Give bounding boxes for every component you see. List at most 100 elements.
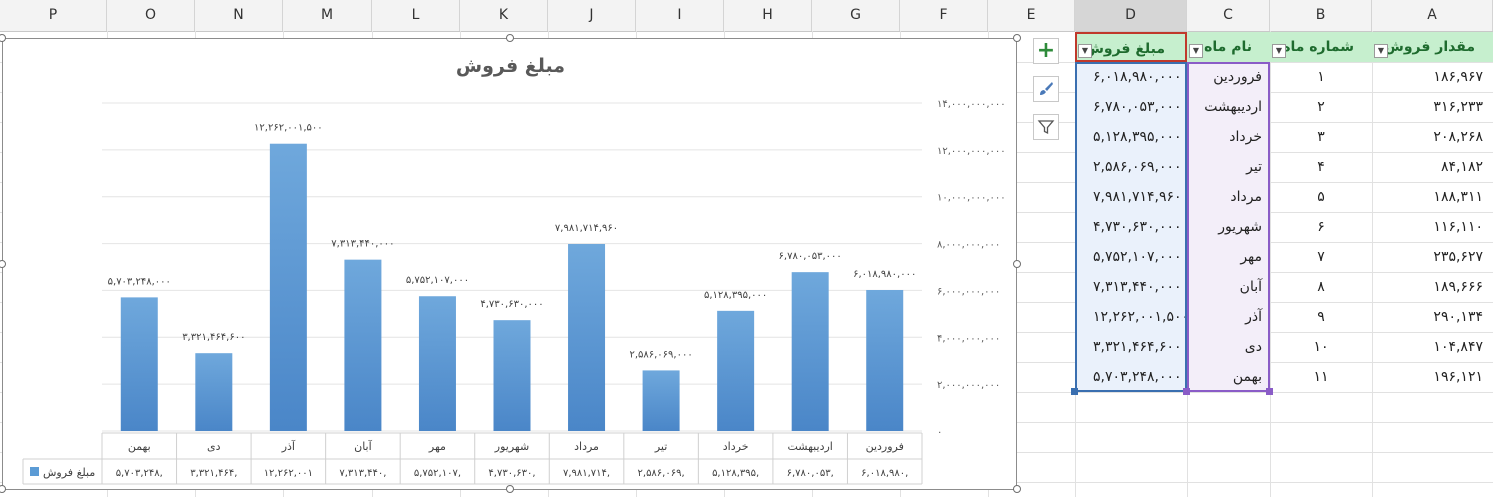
data-label[interactable]: ۷,۹۸۱,۷۱۴,۹۶۰	[555, 223, 618, 234]
bar-3[interactable]	[642, 370, 680, 431]
data-table-value[interactable]: ۵,۷۰۳,۲۴۸,	[116, 468, 163, 479]
category-label[interactable]: بهمن	[128, 440, 151, 453]
table-cell-amount[interactable]: ۲۹۰,۱۳۴	[1372, 302, 1493, 332]
table-cell-amount[interactable]: ۲۰۸,۲۶۸	[1372, 122, 1493, 152]
table-cell-month_no[interactable]: ۶	[1270, 212, 1372, 242]
bar-1[interactable]	[791, 272, 829, 431]
data-table-value[interactable]: ۶,۰۱۸,۹۸۰,	[861, 468, 908, 479]
table-cell-amount[interactable]: ۸۴,۱۸۲	[1372, 152, 1493, 182]
table-cell-month_no[interactable]: ۱۱	[1270, 362, 1372, 392]
table-cell-month_no[interactable]: ۱۰	[1270, 332, 1372, 362]
resize-handle[interactable]	[1013, 34, 1021, 42]
table-cell-amount[interactable]: ۱۱۶,۱۱۰	[1372, 212, 1493, 242]
data-table-value[interactable]: ۳,۳۲۱,۴۶۴,	[190, 468, 237, 479]
data-table-value[interactable]: ۵,۷۵۲,۱۰۷,	[414, 468, 461, 479]
data-label[interactable]: ۲,۵۸۶,۰۶۹,۰۰۰	[629, 349, 692, 360]
table-cell-month_no[interactable]: ۳	[1270, 122, 1372, 152]
legend-label[interactable]: مبلغ فروش	[43, 466, 95, 479]
table-cell-month_no[interactable]: ۹	[1270, 302, 1372, 332]
bar-5[interactable]	[493, 320, 531, 431]
column-header-K[interactable]: K	[460, 0, 548, 31]
column-header-L[interactable]: L	[372, 0, 460, 31]
column-header-E[interactable]: E	[988, 0, 1075, 31]
table-cell-amount[interactable]: ۳۱۶,۲۳۳	[1372, 92, 1493, 122]
table-cell-amount[interactable]: ۱۰۴,۸۴۷	[1372, 332, 1493, 362]
bar-10[interactable]	[120, 297, 158, 431]
category-label[interactable]: آذر	[281, 439, 296, 453]
resize-handle[interactable]	[506, 34, 514, 42]
column-header-F[interactable]: F	[900, 0, 988, 31]
column-header-D[interactable]: D	[1075, 0, 1187, 31]
data-label[interactable]: ۵,۱۲۸,۳۹۵,۰۰۰	[704, 290, 767, 301]
chart-elements-button[interactable]: +	[1033, 38, 1059, 64]
range-handle-months[interactable]	[1266, 388, 1273, 395]
filter-dropdown-month_no[interactable]: ▼	[1272, 44, 1286, 58]
category-label[interactable]: تیر	[654, 440, 667, 453]
category-label[interactable]: اردیبهشت	[788, 440, 833, 453]
bar-7[interactable]	[344, 259, 382, 431]
column-header-A[interactable]: A	[1372, 0, 1493, 31]
table-cell-amount[interactable]: ۱۸۸,۳۱۱	[1372, 182, 1493, 212]
bar-4[interactable]	[568, 243, 606, 431]
column-header-B[interactable]: B	[1270, 0, 1372, 31]
column-header-I[interactable]: I	[636, 0, 724, 31]
category-label[interactable]: آبان	[354, 439, 372, 453]
column-header-G[interactable]: G	[812, 0, 900, 31]
category-label[interactable]: شهریور	[494, 440, 529, 453]
column-header-M[interactable]: M	[283, 0, 372, 31]
table-cell-amount[interactable]: ۱۸۶,۹۶۷	[1372, 62, 1493, 92]
category-label[interactable]: فروردین	[866, 440, 904, 453]
resize-handle[interactable]	[0, 485, 6, 493]
table-cell-amount[interactable]: ۱۹۶,۱۲۱	[1372, 362, 1493, 392]
bar-6[interactable]	[418, 296, 456, 431]
data-table-value[interactable]: ۵,۱۲۸,۳۹۵,	[712, 468, 759, 479]
bar-2[interactable]	[717, 310, 755, 431]
category-label[interactable]: مهر	[428, 440, 446, 453]
bar-9[interactable]	[195, 353, 233, 431]
range-handle-sales-right[interactable]	[1183, 388, 1190, 395]
bar-0[interactable]	[866, 289, 904, 431]
table-cell-month_no[interactable]: ۱	[1270, 62, 1372, 92]
column-header-O[interactable]: O	[107, 0, 195, 31]
column-header-J[interactable]: J	[548, 0, 636, 31]
data-label[interactable]: ۵,۷۵۲,۱۰۷,۰۰۰	[406, 275, 469, 286]
data-table-value[interactable]: ۴,۷۳۰,۶۳۰,	[488, 468, 535, 479]
data-table-value[interactable]: ۷,۹۸۱,۷۱۴,	[563, 468, 610, 479]
table-cell-amount[interactable]: ۱۸۹,۶۶۶	[1372, 272, 1493, 302]
column-header-N[interactable]: N	[195, 0, 283, 31]
table-cell-amount[interactable]: ۲۳۵,۶۲۷	[1372, 242, 1493, 272]
table-cell-month_no[interactable]: ۵	[1270, 182, 1372, 212]
data-table-value[interactable]: ۱۲,۲۶۲,۰۰۱	[264, 468, 313, 479]
data-label[interactable]: ۶,۷۸۰,۰۵۳,۰۰۰	[779, 251, 842, 262]
resize-handle[interactable]	[506, 485, 514, 493]
data-table-value[interactable]: ۷,۳۱۳,۴۴۰,	[339, 468, 386, 479]
chart-object[interactable]: مبلغ فروش ۰ ۲,۰۰۰,۰۰۰,۰۰۰ ۴,۰۰۰,۰۰۰,۰۰۰ ۶,۰…	[2, 38, 1017, 490]
data-label[interactable]: ۷,۳۱۳,۴۴۰,۰۰۰	[331, 239, 394, 250]
column-header-P[interactable]: P	[0, 0, 107, 31]
data-label[interactable]: ۵,۷۰۳,۲۴۸,۰۰۰	[108, 276, 171, 287]
chart-filters-button[interactable]	[1033, 114, 1059, 140]
table-cell-month_no[interactable]: ۴	[1270, 152, 1372, 182]
header-amount[interactable]: مقدار فروش	[1372, 32, 1493, 62]
chart-styles-button[interactable]	[1033, 76, 1059, 102]
bar-8[interactable]	[269, 143, 307, 431]
range-handle-sales[interactable]	[1071, 388, 1078, 395]
filter-dropdown-month_name[interactable]: ▼	[1189, 44, 1203, 58]
resize-handle[interactable]	[1013, 260, 1021, 268]
data-table-value[interactable]: ۲,۵۸۶,۰۶۹,	[638, 468, 685, 479]
filter-dropdown-sales[interactable]: ▼	[1078, 44, 1092, 58]
filter-dropdown-amount[interactable]: ▼	[1374, 44, 1388, 58]
resize-handle[interactable]	[1013, 485, 1021, 493]
data-label[interactable]: ۱۲,۲۶۲,۰۰۱,۵۰۰	[254, 123, 323, 134]
sales-bar-chart[interactable]: ۰ ۲,۰۰۰,۰۰۰,۰۰۰ ۴,۰۰۰,۰۰۰,۰۰۰ ۶,۰۰۰,۰۰۰,۰۰۰…	[3, 39, 1016, 489]
column-header-H[interactable]: H	[724, 0, 812, 31]
data-label[interactable]: ۶,۰۱۸,۹۸۰,۰۰۰	[853, 269, 916, 280]
category-label[interactable]: خرداد	[723, 440, 749, 453]
table-cell-month_no[interactable]: ۲	[1270, 92, 1372, 122]
table-cell-month_no[interactable]: ۸	[1270, 272, 1372, 302]
data-label[interactable]: ۳,۳۲۱,۴۶۴,۶۰۰	[182, 332, 245, 343]
column-header-C[interactable]: C	[1187, 0, 1270, 31]
category-label[interactable]: مرداد	[574, 440, 599, 453]
data-label[interactable]: ۴,۷۳۰,۶۳۰,۰۰۰	[480, 299, 543, 310]
category-label[interactable]: دی	[207, 440, 221, 453]
